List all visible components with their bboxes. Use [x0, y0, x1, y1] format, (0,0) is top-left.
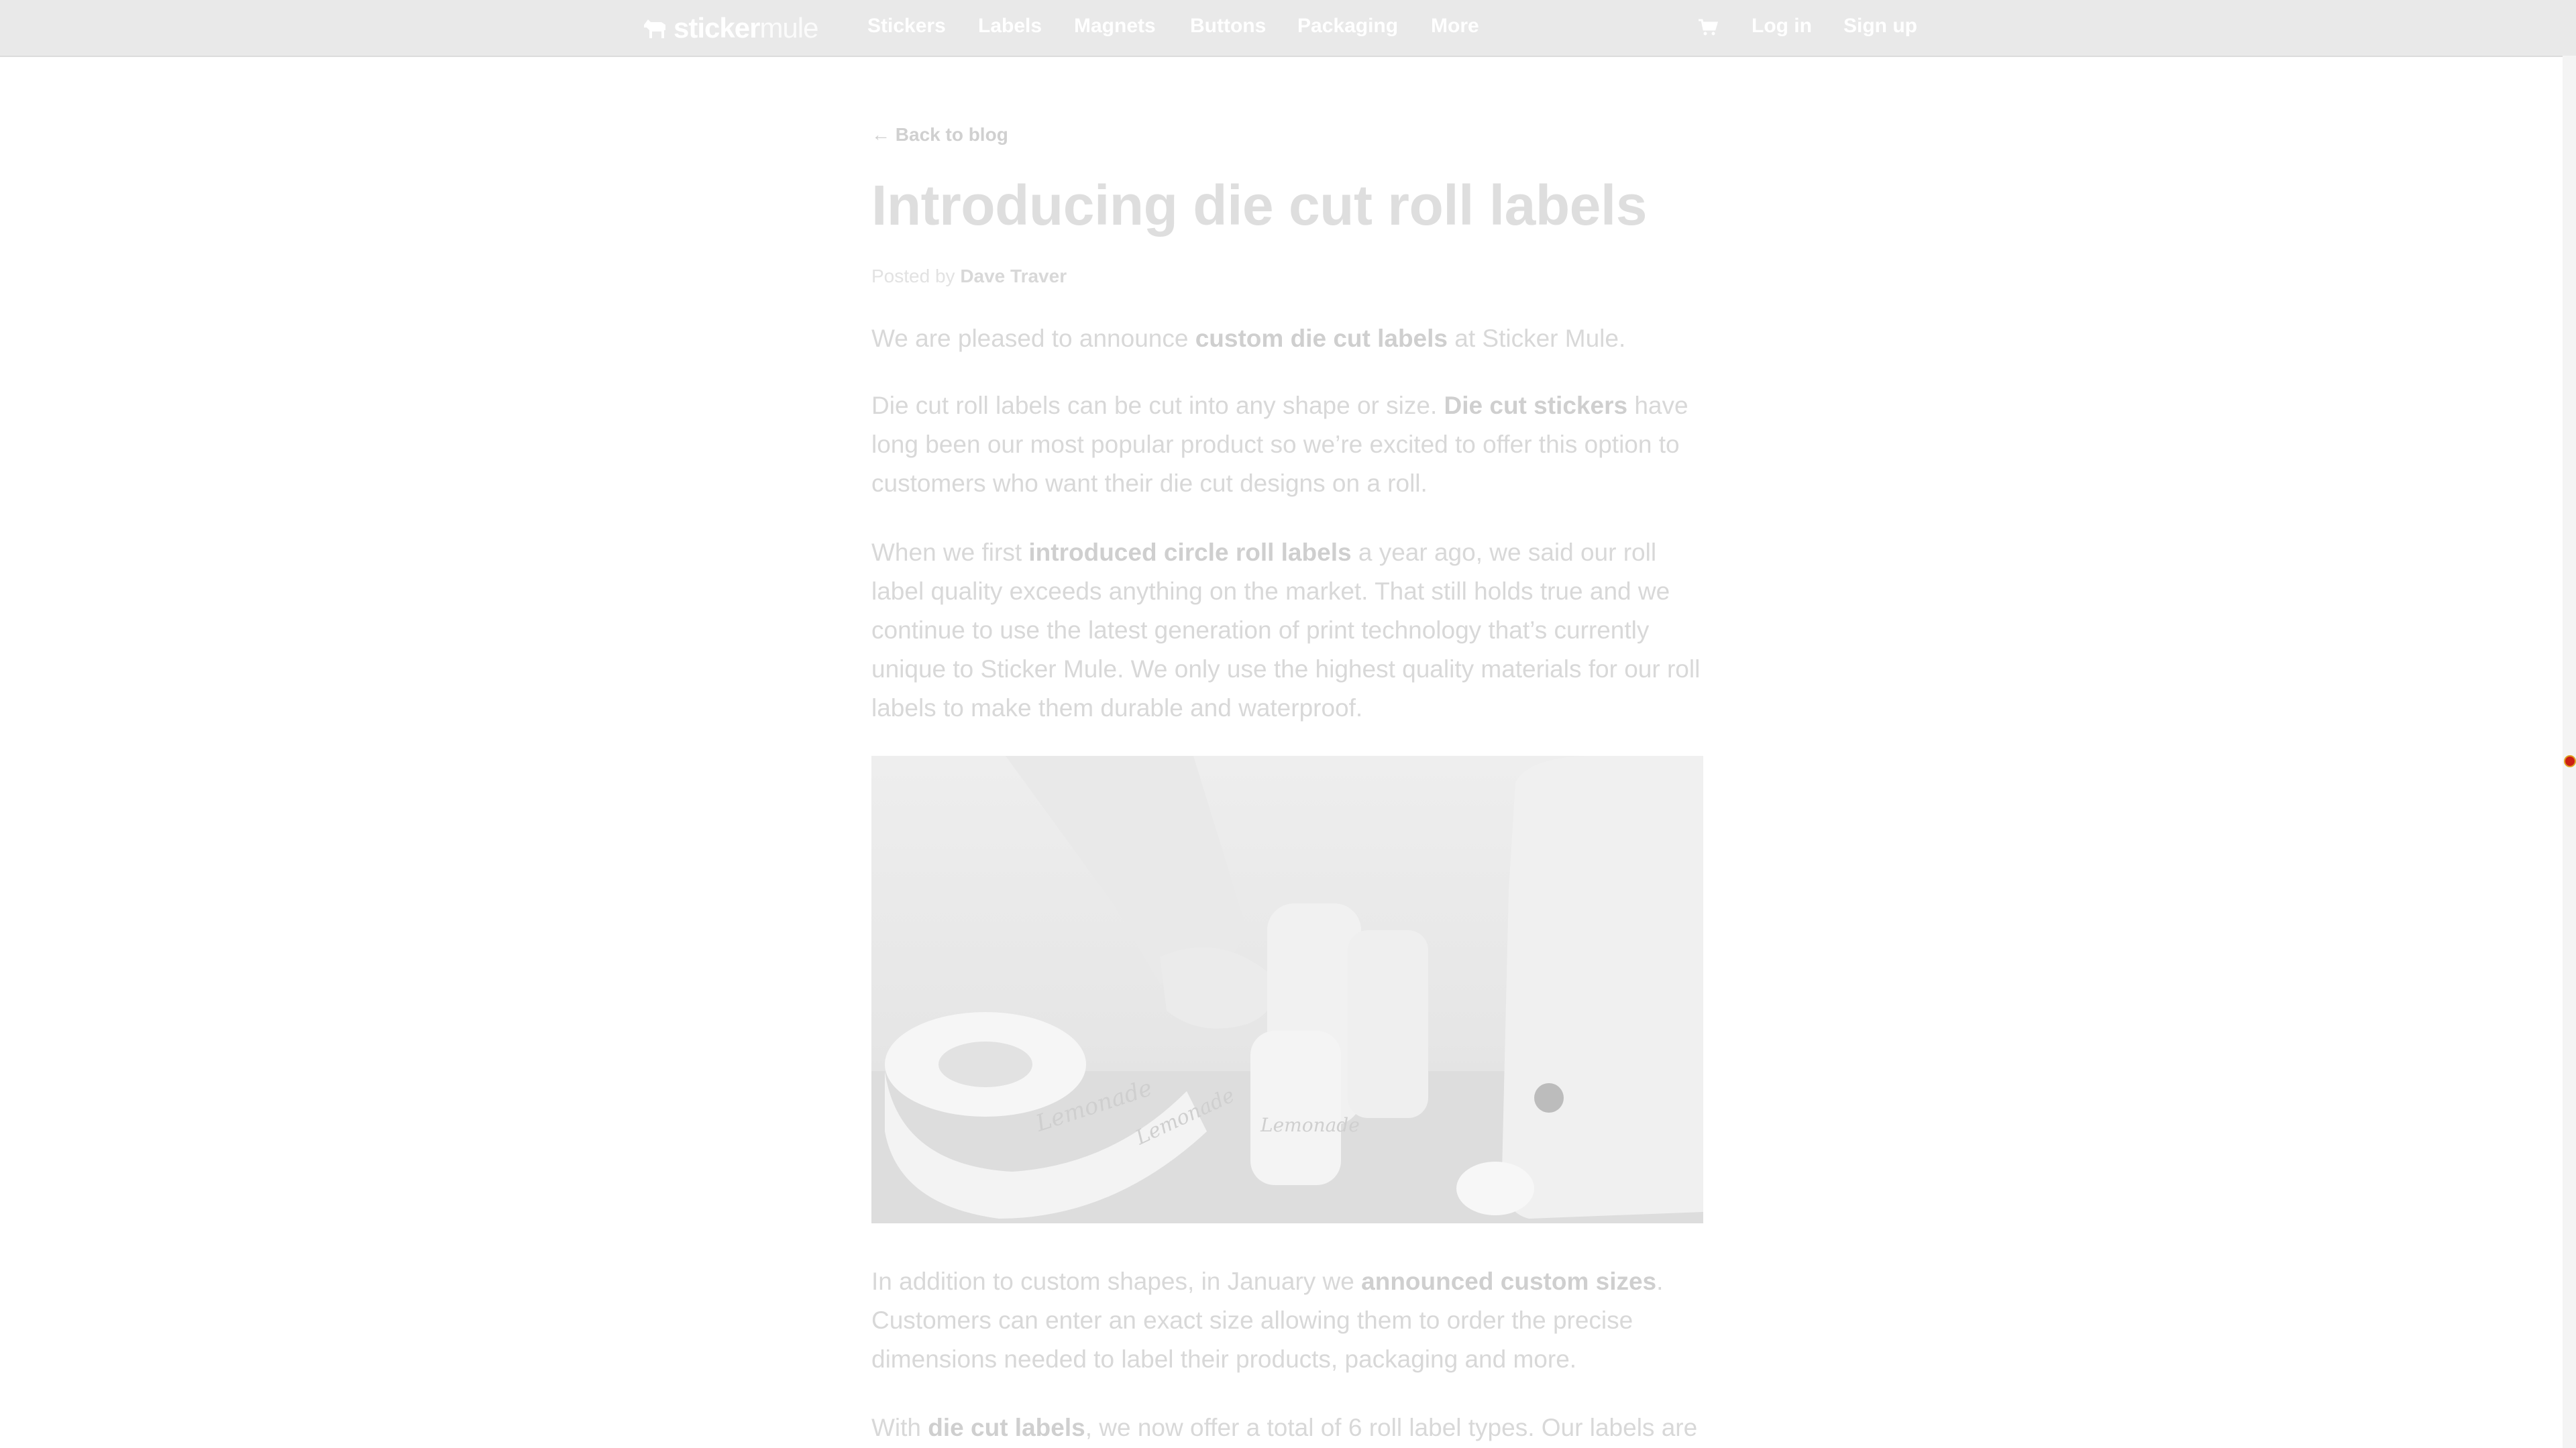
paragraph-1: We are pleased to announce custom die cu… — [871, 319, 1703, 358]
hero-photo-illustration: Lemonade Lemonade Lemonade — [871, 756, 1703, 1223]
nav-packaging[interactable]: Packaging — [1297, 15, 1398, 38]
paragraph-2-text-a: Die cut roll labels can be cut into any … — [871, 392, 1444, 419]
paragraph-1-text-a: We are pleased to announce — [871, 325, 1195, 352]
paragraph-5: With die cut labels, we now offer a tota… — [871, 1408, 1703, 1447]
nav-stickers[interactable]: Stickers — [867, 15, 946, 38]
byline-prefix: Posted by — [871, 266, 961, 286]
nav-labels[interactable]: Labels — [978, 15, 1042, 38]
paragraph-4: In addition to custom shapes, in January… — [871, 1262, 1703, 1379]
back-to-blog-link[interactable]: ← Back to blog — [871, 124, 1008, 146]
logo-text-mule: mule — [759, 12, 818, 44]
nav-inner: sticker mule Stickers Labels Magnets Butt… — [641, 0, 1917, 56]
nav-buttons[interactable]: Buttons — [1190, 15, 1266, 38]
nav-more[interactable]: More — [1431, 15, 1479, 38]
die-cut-stickers-link[interactable]: Die cut stickers — [1444, 392, 1628, 419]
logo-text-sticker: sticker — [674, 12, 760, 44]
top-navigation-bar: sticker mule Stickers Labels Magnets Butt… — [0, 0, 2576, 57]
paragraph-3-text-a: When we first — [871, 539, 1029, 566]
sticker-mule-logo[interactable]: sticker mule — [641, 11, 818, 46]
custom-die-cut-labels-link[interactable]: custom die cut labels — [1195, 325, 1448, 352]
paragraph-4-text-a: In addition to custom shapes, in January… — [871, 1268, 1362, 1295]
signup-link[interactable]: Sign up — [1843, 15, 1917, 38]
paragraph-3: When we first introduced circle roll lab… — [871, 533, 1703, 728]
scrollbar-track[interactable] — [2563, 56, 2576, 1448]
nav-magnets[interactable]: Magnets — [1074, 15, 1156, 38]
article-title: Introducing die cut roll labels — [871, 174, 1647, 237]
announced-custom-sizes-link[interactable]: announced custom sizes — [1361, 1268, 1656, 1295]
bottle-label-text: Lemonade — [1260, 1114, 1360, 1136]
notification-dot — [2564, 755, 2576, 767]
login-link[interactable]: Log in — [1752, 15, 1812, 38]
die-cut-labels-link[interactable]: die cut labels — [928, 1414, 1085, 1441]
introduced-circle-roll-labels-link[interactable]: introduced circle roll labels — [1028, 539, 1351, 566]
hero-image-roll-labels: Lemonade Lemonade Lemonade — [871, 756, 1703, 1223]
cart-icon[interactable] — [1697, 16, 1719, 38]
paragraph-5-text-c: , we now offer a total of 6 roll label t… — [1085, 1414, 1698, 1441]
author-link[interactable]: Dave Traver — [960, 266, 1067, 286]
paragraph-5-text-a: With — [871, 1414, 928, 1441]
mule-logo-icon — [644, 19, 665, 38]
paragraph-1-text-c: at Sticker Mule. — [1448, 325, 1626, 352]
byline: Posted by Dave Traver — [871, 266, 1067, 287]
paragraph-2: Die cut roll labels can be cut into any … — [871, 386, 1703, 503]
